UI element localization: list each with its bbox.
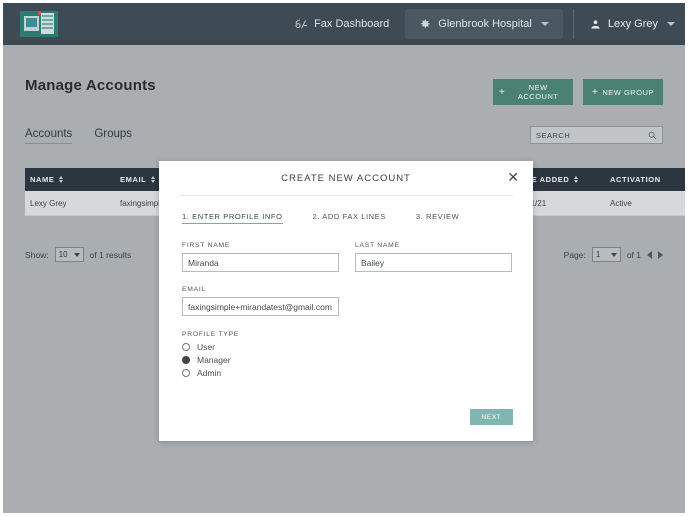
profile-type-option-admin[interactable]: Admin [182, 368, 512, 378]
show-label: Show: [25, 250, 49, 260]
nav-divider [573, 9, 574, 39]
new-group-button-label: NEW GROUP [602, 88, 654, 97]
chevron-down-icon [611, 253, 617, 257]
sort-icon[interactable] [151, 176, 155, 183]
new-account-button[interactable]: + NEW ACCOUNT [493, 79, 573, 105]
radio-icon-selected[interactable] [182, 356, 190, 364]
step-review[interactable]: 3. REVIEW [416, 212, 459, 224]
profile-type-user-label: User [197, 342, 215, 352]
radio-icon[interactable] [182, 369, 190, 377]
modal-divider [179, 195, 513, 196]
email-label: EMAIL [182, 286, 339, 293]
table-header-name[interactable]: NAME [25, 175, 115, 184]
chevron-down-icon [541, 22, 549, 26]
results-count-label: of 1 results [90, 250, 132, 260]
table-header-email-label: EMAIL [120, 175, 146, 184]
first-name-input[interactable]: Miranda [182, 253, 339, 272]
gear-icon [419, 18, 431, 30]
next-button[interactable]: NEXT [470, 409, 513, 425]
arrow-right-icon[interactable] [658, 251, 663, 259]
app-window: Fax Dashboard Glenbrook Hospital [0, 0, 688, 516]
arrow-left-icon[interactable] [647, 251, 652, 259]
first-name-label: FIRST NAME [182, 242, 339, 249]
top-navigation-bar: Fax Dashboard Glenbrook Hospital [3, 3, 688, 45]
close-icon[interactable]: ✕ [507, 170, 519, 184]
profile-type-group: PROFILE TYPE User Manager Admin [182, 331, 512, 378]
search-placeholder: SEARCH [536, 131, 648, 140]
modal-header: CREATE NEW ACCOUNT ✕ [159, 161, 533, 195]
email-field-group: EMAIL faxingsimple+mirandatest@gmail.com [182, 286, 339, 316]
profile-type-admin-label: Admin [197, 368, 221, 378]
organization-name-label: Glenbrook Hospital [438, 18, 532, 30]
top-navigation-right: Fax Dashboard Glenbrook Hospital [283, 3, 688, 45]
new-group-button[interactable]: + NEW GROUP [583, 79, 663, 105]
section-tabs: Accounts Groups [25, 128, 132, 144]
tab-accounts[interactable]: Accounts [25, 128, 72, 144]
results-per-page-value: 10 [59, 250, 68, 259]
hospital-building-logo-icon[interactable] [20, 11, 58, 37]
search-input[interactable]: SEARCH [530, 126, 663, 144]
page-title: Manage Accounts [25, 77, 156, 94]
user-menu[interactable]: Lexy Grey [578, 18, 688, 30]
profile-info-form: FIRST NAME Miranda LAST NAME Bailey EMAI… [182, 242, 512, 378]
page-label: Page: [564, 250, 586, 260]
last-name-field-group: LAST NAME Bailey [355, 242, 512, 272]
last-name-label: LAST NAME [355, 242, 512, 249]
nav-fax-dashboard[interactable]: Fax Dashboard [283, 3, 405, 45]
step-add-fax-lines[interactable]: 2. ADD FAX LINES [313, 212, 386, 224]
modal-title: CREATE NEW ACCOUNT [281, 173, 411, 184]
table-header-activation[interactable]: ACTIVATION [605, 175, 688, 184]
table-header-name-label: NAME [30, 175, 54, 184]
page-navigation-control: Page: 1 of 1 [564, 247, 663, 262]
sort-icon[interactable] [59, 176, 63, 183]
table-header-activation-label: ACTIVATION [610, 175, 661, 184]
cell-name: Lexy Grey [25, 199, 115, 208]
person-icon [590, 19, 601, 30]
nav-fax-dashboard-label: Fax Dashboard [314, 18, 389, 30]
plus-icon: + [499, 87, 505, 98]
sort-icon[interactable] [574, 176, 578, 183]
radio-icon[interactable] [182, 343, 190, 351]
chevron-down-icon [74, 253, 80, 257]
name-fields-row: FIRST NAME Miranda LAST NAME Bailey [182, 242, 512, 272]
logo-shape-left [24, 16, 39, 31]
create-account-modal: CREATE NEW ACCOUNT ✕ 1. ENTER PROFILE IN… [159, 161, 533, 441]
email-input[interactable]: faxingsimple+mirandatest@gmail.com [182, 297, 339, 316]
profile-type-label: PROFILE TYPE [182, 331, 512, 338]
organization-selector[interactable]: Glenbrook Hospital [405, 9, 563, 39]
logo-shape-dot [38, 11, 41, 15]
profile-type-option-manager[interactable]: Manager [182, 355, 512, 365]
user-name-label: Lexy Grey [608, 18, 658, 30]
page-value: 1 [596, 250, 600, 259]
modal-step-tabs: 1. ENTER PROFILE INFO 2. ADD FAX LINES 3… [182, 212, 533, 224]
page-select[interactable]: 1 [592, 247, 621, 262]
page-action-buttons: + NEW ACCOUNT + NEW GROUP [493, 79, 663, 105]
last-name-input[interactable]: Bailey [355, 253, 512, 272]
first-name-field-group: FIRST NAME Miranda [182, 242, 339, 272]
fax-machine-icon [295, 19, 308, 30]
step-enter-profile-info[interactable]: 1. ENTER PROFILE INFO [182, 212, 283, 224]
form-spacer [182, 272, 512, 286]
profile-type-manager-label: Manager [197, 355, 231, 365]
profile-type-option-user[interactable]: User [182, 342, 512, 352]
results-per-page-control: Show: 10 of 1 results [25, 247, 131, 262]
page-total-label: of 1 [627, 250, 641, 260]
search-icon [648, 131, 657, 140]
cell-activation: Active [605, 199, 688, 208]
chevron-down-icon [667, 22, 675, 26]
new-account-button-label: NEW ACCOUNT [509, 83, 567, 101]
tab-groups[interactable]: Groups [94, 128, 132, 144]
results-per-page-select[interactable]: 10 [55, 247, 84, 262]
plus-icon: + [592, 87, 598, 98]
logo-shape-lines [42, 15, 53, 17]
